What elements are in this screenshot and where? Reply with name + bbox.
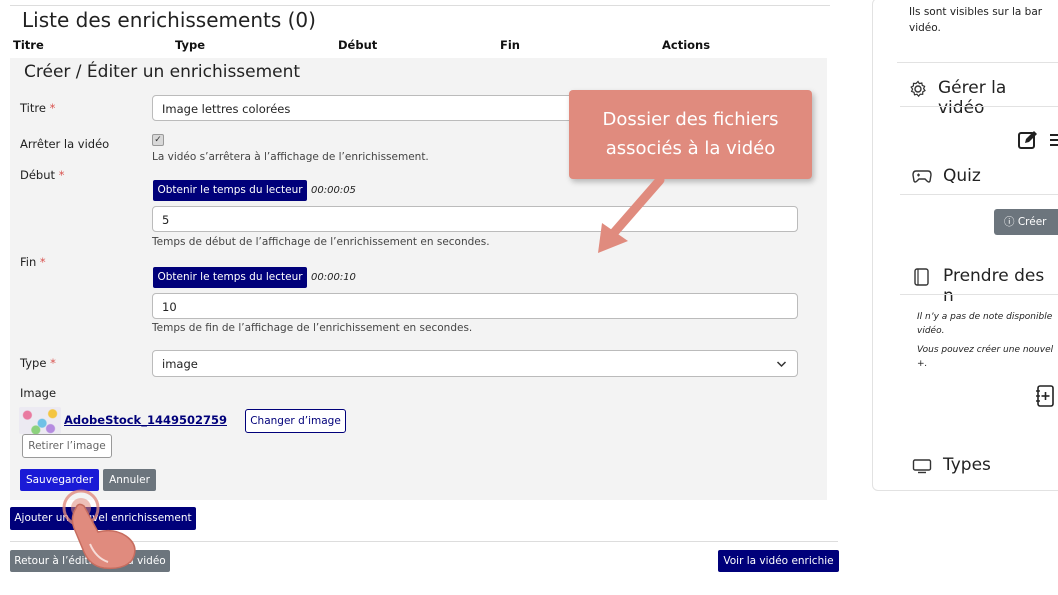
view-enriched-video-button[interactable]: Voir la vidéo enrichie xyxy=(718,550,839,572)
list-icon[interactable] xyxy=(1048,131,1058,149)
notes-empty-line-2: vidéo. xyxy=(917,326,945,336)
manage-divider xyxy=(900,106,1058,107)
quiz-title: Quiz xyxy=(943,166,981,186)
fin-get-time-button[interactable]: Obtenir le temps du lecteur xyxy=(153,267,307,288)
change-image-button[interactable]: Changer d’image xyxy=(245,409,346,433)
notes-divider xyxy=(900,294,1058,295)
gear-icon xyxy=(910,80,926,98)
fin-label: Fin * xyxy=(20,255,46,269)
callout-line-1: Dossier des fichiers xyxy=(602,109,779,130)
callout-arrow-icon xyxy=(598,175,665,253)
top-divider xyxy=(10,5,830,6)
required-mark: * xyxy=(58,168,65,182)
debut-get-time-button[interactable]: Obtenir le temps du lecteur xyxy=(153,180,307,201)
column-header-debut: Début xyxy=(338,38,378,52)
debut-label: Début * xyxy=(20,168,65,182)
notes-empty-line-1: Il n’y a pas de note disponible xyxy=(917,312,1053,322)
fin-input[interactable]: 10 xyxy=(152,293,798,319)
sidebar-intro-line-2: vidéo. xyxy=(909,22,941,34)
column-header-fin: Fin xyxy=(500,38,520,52)
fin-player-time: 00:00:10 xyxy=(311,272,356,283)
type-select-value: image xyxy=(162,357,198,371)
question-circle-icon: ⓘ xyxy=(1004,216,1015,228)
image-file-link[interactable]: AdobeStock_1449502759 xyxy=(64,413,227,427)
stop-video-checkbox[interactable]: ✓ xyxy=(152,134,164,146)
types-title: Types xyxy=(943,455,991,475)
type-label: Type * xyxy=(20,356,56,370)
debut-player-time: 00:00:05 xyxy=(311,185,356,196)
monitor-icon xyxy=(912,459,932,474)
notes-hint-line-1: Vous pouvez créer une nouvel xyxy=(917,345,1054,355)
create-quiz-button[interactable]: ⓘ Créer xyxy=(994,209,1058,235)
tap-hand-icon xyxy=(62,489,136,570)
add-note-icon[interactable] xyxy=(1034,384,1056,408)
column-header-actions: Actions xyxy=(662,38,711,52)
quiz-divider xyxy=(900,194,1058,195)
create-quiz-label: Créer xyxy=(1017,216,1047,228)
gamepad-icon xyxy=(912,170,932,183)
enrichment-list-title: Liste des enrichissements (0) xyxy=(22,8,316,32)
sidebar-intro-line-1: Ils sont visibles sur la bar xyxy=(909,6,1043,18)
notes-hint-line-2: +. xyxy=(917,359,928,369)
fin-help: Temps de fin de l’affichage de l’enrichi… xyxy=(152,322,473,334)
image-thumbnail xyxy=(19,407,61,434)
required-mark: * xyxy=(39,255,46,269)
remove-image-button[interactable]: Retirer l’image xyxy=(22,434,112,458)
column-header-type: Type xyxy=(175,38,206,52)
callout-annotation: Dossier des fichiers associés à la vidéo xyxy=(569,90,812,179)
sidebar-divider xyxy=(897,62,1058,63)
image-label: Image xyxy=(20,386,57,400)
type-select[interactable]: image xyxy=(152,350,798,377)
debut-help: Temps de début de l’affichage de l’enric… xyxy=(152,236,490,248)
required-mark: * xyxy=(49,101,56,115)
required-mark: * xyxy=(50,356,56,370)
stop-video-help: La vidéo s’arrêtera à l’affichage de l’e… xyxy=(152,151,429,163)
edit-icon[interactable] xyxy=(1017,129,1039,151)
titre-label: Titre * xyxy=(20,101,56,115)
callout-line-2: associés à la vidéo xyxy=(605,138,776,159)
form-title: Créer / Éditer un enrichissement xyxy=(24,62,301,82)
column-header-titre: Titre xyxy=(13,38,44,52)
right-sidebar xyxy=(872,0,1058,491)
take-notes-title: Prendre des n xyxy=(943,266,1045,306)
notebook-icon xyxy=(914,268,929,286)
manage-video-title: Gérer la vidéo xyxy=(938,78,1007,118)
stop-video-label: Arrêter la vidéo xyxy=(20,137,110,151)
debut-input[interactable]: 5 xyxy=(152,206,798,232)
chevron-down-icon xyxy=(776,351,787,378)
